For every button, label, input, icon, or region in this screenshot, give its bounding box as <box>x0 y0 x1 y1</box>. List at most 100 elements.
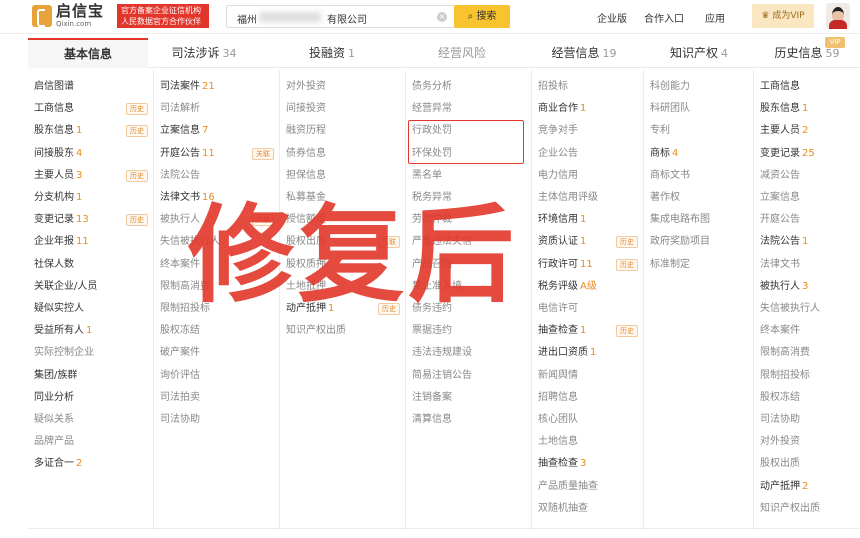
menu-item[interactable]: 间接投资 <box>286 98 404 120</box>
qixin-logo[interactable]: 启信宝 Qixin.com <box>32 4 104 28</box>
nav-enterprise[interactable]: 企业版 <box>597 10 627 25</box>
menu-item[interactable]: 被执行人 3 <box>760 276 858 298</box>
search-input[interactable]: 福州 有限公司 × ⌕ 搜索 <box>226 5 510 28</box>
menu-item[interactable]: 受益所有人 1 <box>34 320 152 342</box>
menu-item[interactable]: 企业公告 <box>538 143 642 165</box>
menu-item[interactable]: 票据违约 <box>412 320 530 342</box>
menu-item[interactable]: 商标 4 <box>650 143 752 165</box>
menu-item[interactable]: 注销备案 <box>412 387 530 409</box>
menu-item[interactable]: 间接股东 4 <box>34 143 152 165</box>
menu-item[interactable]: 实际控制企业 <box>34 342 152 364</box>
menu-item[interactable]: 竞争对手 <box>538 120 642 142</box>
menu-item[interactable]: 电信许可 <box>538 298 642 320</box>
menu-item[interactable]: 司法协助 <box>760 409 858 431</box>
menu-item[interactable]: 电力信用 <box>538 165 642 187</box>
nav-partner[interactable]: 合作入口 <box>644 10 684 25</box>
menu-item[interactable]: 法律文书 <box>760 254 858 276</box>
menu-item[interactable]: 债券信息 <box>286 143 404 165</box>
menu-item[interactable]: 环境信用 1 <box>538 209 642 231</box>
menu-item[interactable]: 限制高消费 <box>760 342 858 364</box>
history-tag[interactable]: 历史 <box>126 214 148 227</box>
menu-item[interactable]: 品牌产品 <box>34 431 152 453</box>
menu-item[interactable]: 主体信用评级 <box>538 187 642 209</box>
menu-item[interactable]: 新闻舆情 <box>538 365 642 387</box>
tab-0[interactable]: 基本信息 <box>28 38 148 68</box>
menu-item[interactable]: 股权冻结 <box>160 320 278 342</box>
menu-item[interactable]: 工商信息 历史 <box>34 98 152 120</box>
menu-item[interactable]: 对外投资 <box>760 431 858 453</box>
menu-item[interactable]: 疑似实控人 <box>34 298 152 320</box>
menu-item[interactable]: 破产案件 <box>160 342 278 364</box>
menu-item[interactable]: 标准制定 <box>650 254 752 276</box>
menu-item[interactable]: 开庭公告 <box>760 209 858 231</box>
menu-item[interactable]: 开庭公告 11 关联 <box>160 143 278 165</box>
menu-item[interactable]: 抽查检查 3 <box>538 453 642 475</box>
menu-item[interactable]: 对外投资 <box>286 76 404 98</box>
menu-item[interactable]: 法院公告 <box>160 165 278 187</box>
history-tag[interactable]: 历史 <box>126 103 148 116</box>
tab-1[interactable]: 司法涉诉 34 <box>148 38 260 68</box>
menu-item[interactable]: 清算信息 <box>412 409 530 431</box>
search-button[interactable]: ⌕ 搜索 <box>454 5 510 28</box>
menu-item[interactable]: 商标文书 <box>650 165 752 187</box>
menu-item[interactable]: 担保信息 <box>286 165 404 187</box>
menu-item[interactable]: 政府奖励项目 <box>650 231 752 253</box>
menu-item[interactable]: 核心团队 <box>538 409 642 431</box>
menu-item[interactable]: 知识产权出质 <box>760 498 858 520</box>
menu-item[interactable]: 工商信息 <box>760 76 858 98</box>
menu-item[interactable]: 简易注销公告 <box>412 365 530 387</box>
menu-item[interactable]: 进出口资质 1 <box>538 342 642 364</box>
menu-item[interactable]: 关联企业/人员 <box>34 276 152 298</box>
menu-item[interactable]: 限制招投标 <box>760 365 858 387</box>
menu-item[interactable]: 经营异常 <box>412 98 530 120</box>
history-tag[interactable]: 历史 <box>126 125 148 138</box>
menu-item[interactable]: 违法违规建设 <box>412 342 530 364</box>
menu-item[interactable]: 股东信息 1 历史 <box>34 120 152 142</box>
menu-item[interactable]: 股权出质 <box>760 453 858 475</box>
menu-item[interactable]: 减资公告 <box>760 165 858 187</box>
menu-item[interactable]: 集团/族群 <box>34 365 152 387</box>
menu-item[interactable]: 科创能力 <box>650 76 752 98</box>
menu-item[interactable]: 社保人数 <box>34 254 152 276</box>
menu-item[interactable]: 融资历程 <box>286 120 404 142</box>
menu-item[interactable]: 双随机抽查 <box>538 498 642 520</box>
menu-item[interactable]: 终本案件 <box>760 320 858 342</box>
menu-item[interactable]: 司法解析 <box>160 98 278 120</box>
become-vip-button[interactable]: ♛ 成为VIP <box>752 4 814 28</box>
history-tag[interactable]: 历史 <box>616 325 638 338</box>
menu-item[interactable]: 变更记录 13 历史 <box>34 209 152 231</box>
history-tag[interactable]: 历史 <box>126 169 148 182</box>
menu-item[interactable]: 著作权 <box>650 187 752 209</box>
menu-item[interactable]: 集成电路布图 <box>650 209 752 231</box>
menu-item[interactable]: 科研团队 <box>650 98 752 120</box>
menu-item[interactable]: 抽查检查 1 历史 <box>538 320 642 342</box>
menu-item[interactable]: 招投标 <box>538 76 642 98</box>
menu-item[interactable]: 法院公告 1 <box>760 231 858 253</box>
menu-item[interactable]: 专利 <box>650 120 752 142</box>
menu-item[interactable]: 主要人员 3 历史 <box>34 165 152 187</box>
menu-item[interactable]: 行政许可 11 历史 <box>538 254 642 276</box>
menu-item[interactable]: 司法协助 <box>160 409 278 431</box>
tab-2[interactable]: 投融资 1 <box>280 38 384 68</box>
menu-item[interactable]: 土地信息 <box>538 431 642 453</box>
menu-item[interactable]: 产品质量抽查 <box>538 476 642 498</box>
menu-item[interactable]: 知识产权出质 <box>286 320 404 342</box>
menu-item[interactable]: 税务评级 A级 <box>538 276 642 298</box>
tab-5[interactable]: 知识产权 4 <box>644 38 754 68</box>
history-tag[interactable]: 历史 <box>616 258 638 271</box>
menu-item[interactable]: 变更记录 25 <box>760 143 858 165</box>
menu-item[interactable]: 询价评估 <box>160 365 278 387</box>
menu-item[interactable]: 主要人员 2 <box>760 120 858 142</box>
menu-item[interactable]: 失信被执行人 <box>760 298 858 320</box>
menu-item[interactable]: 启信图谱 <box>34 76 152 98</box>
menu-item[interactable]: 商业合作 1 <box>538 98 642 120</box>
menu-item[interactable]: 股权冻结 <box>760 387 858 409</box>
menu-item[interactable]: 司法拍卖 <box>160 387 278 409</box>
menu-item[interactable]: 立案信息 7 <box>160 120 278 142</box>
avatar[interactable] <box>826 3 850 29</box>
menu-item[interactable]: 招聘信息 <box>538 387 642 409</box>
menu-item[interactable]: 资质认证 1 历史 <box>538 231 642 253</box>
menu-item[interactable]: 同业分析 <box>34 387 152 409</box>
menu-item[interactable]: 股东信息 1 <box>760 98 858 120</box>
history-tag[interactable]: 历史 <box>616 236 638 249</box>
